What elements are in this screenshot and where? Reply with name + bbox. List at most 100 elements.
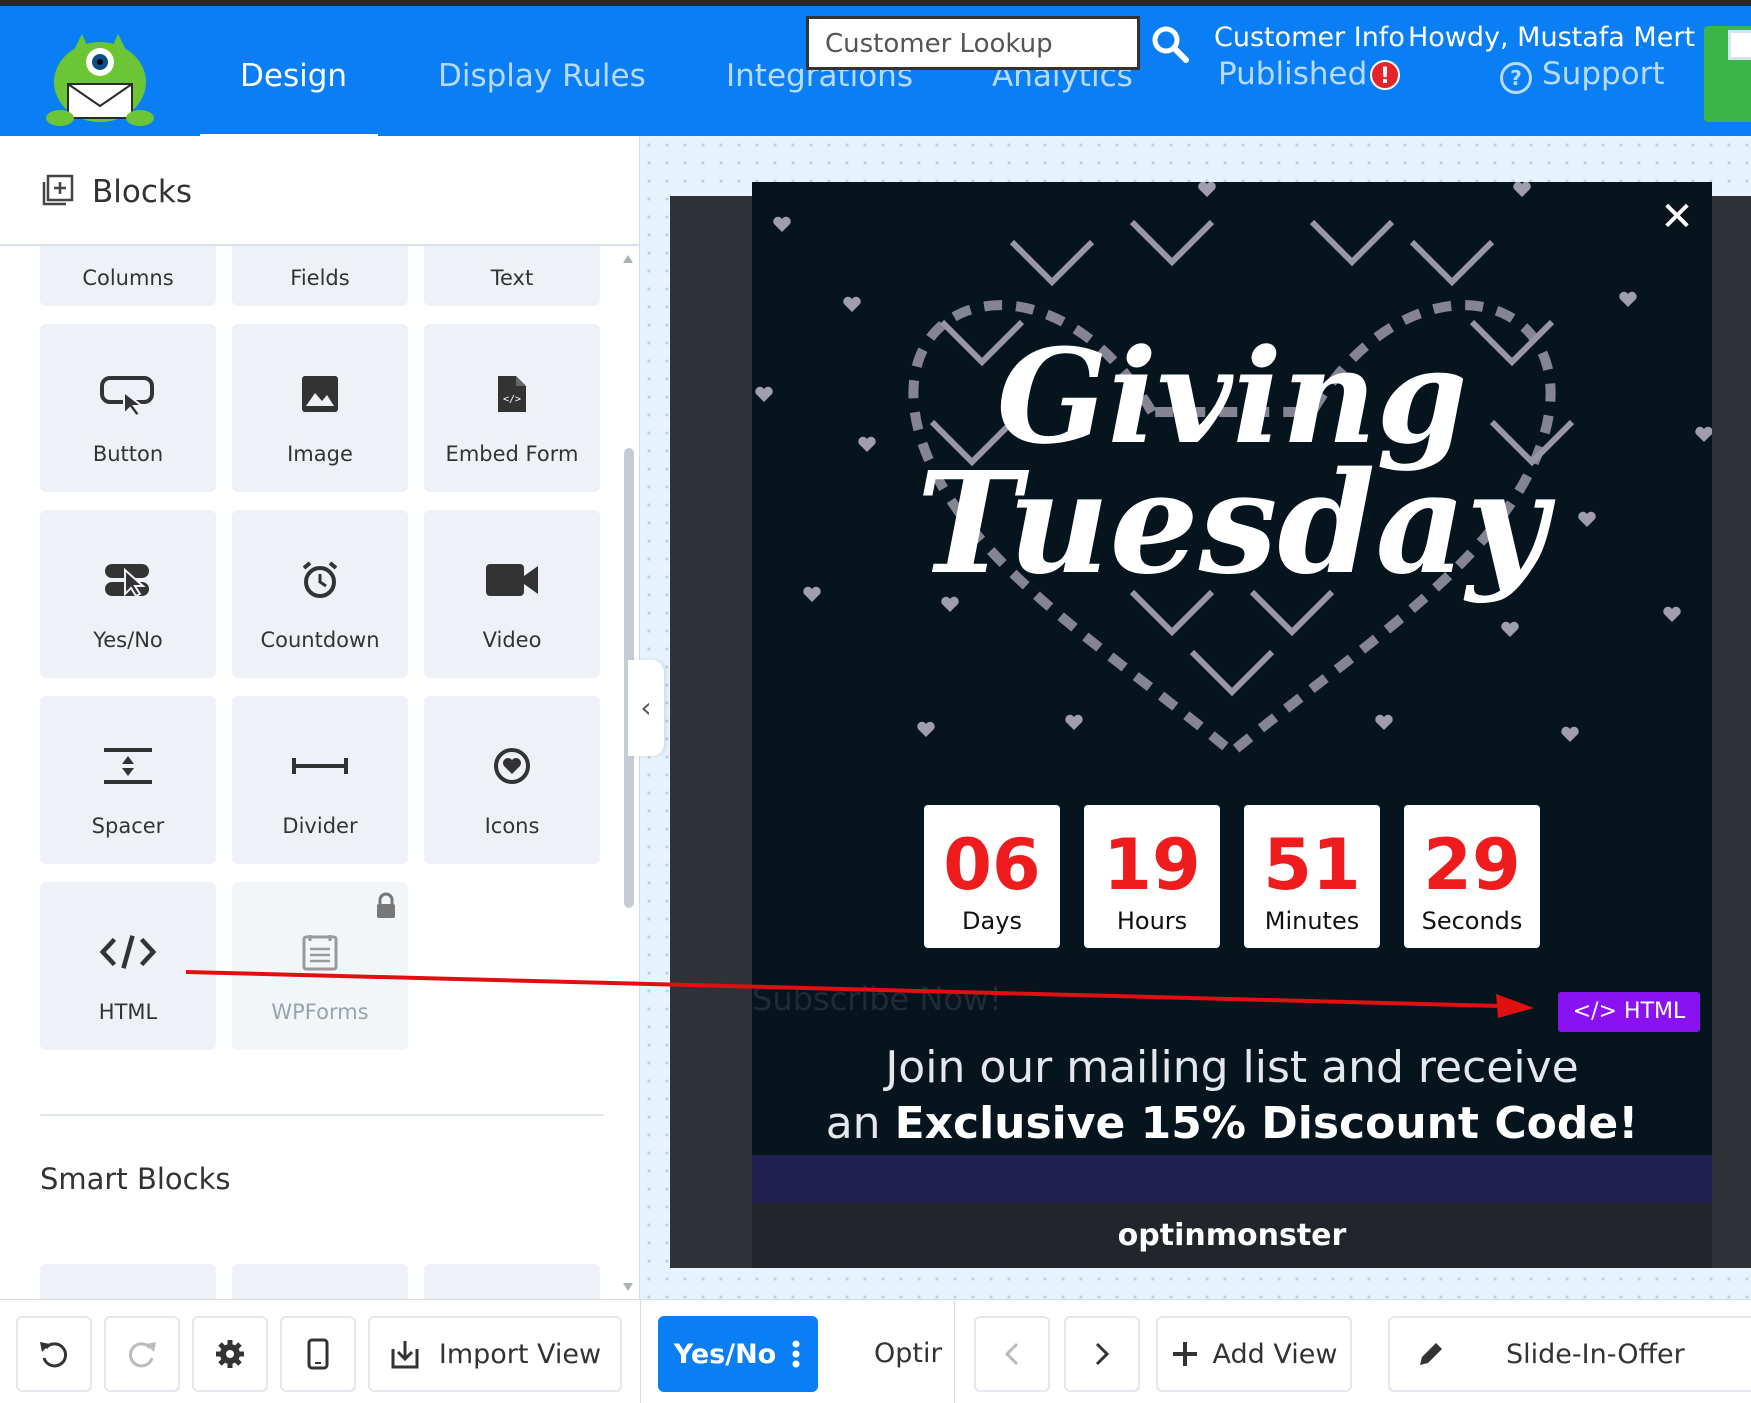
campaign-name-field[interactable]: Slide-In-Offer <box>1388 1316 1751 1392</box>
customer-lookup-input[interactable]: Customer Lookup <box>806 16 1140 70</box>
import-view-button[interactable]: Import View <box>368 1316 622 1392</box>
block-fields[interactable]: Fields <box>232 246 408 306</box>
scroll-up-arrow-icon[interactable] <box>622 254 634 264</box>
countdown-unit: Days <box>962 907 1022 935</box>
mobile-icon <box>307 1338 329 1370</box>
block-label: Button <box>92 442 164 466</box>
section-divider <box>40 1114 604 1116</box>
add-view-button[interactable]: Add View <box>1156 1316 1352 1392</box>
import-view-label: Import View <box>438 1338 602 1370</box>
smart-block[interactable] <box>232 1264 408 1300</box>
countdown-hours: 19 Hours <box>1084 805 1220 948</box>
tab-display-rules[interactable]: Display Rules <box>438 58 646 94</box>
block-spacer[interactable]: Spacer <box>40 696 216 864</box>
toolbar-separator <box>954 1300 955 1403</box>
countdown-unit: Hours <box>1116 907 1188 935</box>
block-button[interactable]: Button <box>40 324 216 492</box>
chevron-left-icon <box>1004 1342 1019 1366</box>
view-optin-tab[interactable]: Optin <box>874 1338 942 1369</box>
support-link[interactable]: Support <box>1542 56 1665 92</box>
block-image[interactable]: Image <box>232 324 408 492</box>
block-label: Text <box>490 266 534 290</box>
block-wpforms[interactable]: WPForms <box>232 882 408 1050</box>
undo-button[interactable] <box>16 1316 92 1392</box>
lock-icon <box>377 892 395 918</box>
chevron-left-icon: ‹ <box>640 691 652 724</box>
block-countdown[interactable]: Countdown <box>232 510 408 678</box>
redo-icon <box>128 1342 156 1368</box>
previous-view-button[interactable] <box>974 1316 1050 1392</box>
heart-circle-icon <box>484 742 540 790</box>
collapse-panel-button[interactable]: ‹ <box>628 660 664 756</box>
block-divider[interactable]: Divider <box>232 696 408 864</box>
import-icon <box>391 1341 419 1369</box>
avatar[interactable] <box>1728 30 1751 60</box>
block-label: Divider <box>282 814 358 838</box>
block-label: Image <box>287 442 353 466</box>
countdown-unit: Seconds <box>1421 907 1523 935</box>
undo-icon <box>40 1342 68 1368</box>
headline-tuesday: Tuesday <box>917 442 1557 606</box>
block-label: Countdown <box>260 628 380 652</box>
join-text-line2: an Exclusive 15% Discount Code! <box>752 1098 1712 1149</box>
user-greeting[interactable]: Howdy, Mustafa Mert Asan <box>1408 22 1751 53</box>
toggle-pointer-icon <box>100 556 156 604</box>
top-bar: Design Display Rules Integrations Analyt… <box>0 0 1751 140</box>
block-label: Fields <box>290 266 350 290</box>
block-video[interactable]: Video <box>424 510 600 678</box>
smart-block[interactable] <box>424 1264 600 1300</box>
html-block-badge[interactable]: </> HTML <box>1558 992 1700 1032</box>
pencil-icon[interactable] <box>1416 1339 1446 1369</box>
view-yes-no-button[interactable]: Yes/No <box>658 1316 818 1392</box>
giving-tuesday-heart-art: Giving Tuesday <box>755 182 1712 759</box>
image-icon <box>292 370 348 418</box>
block-label: Embed Form <box>445 442 579 466</box>
block-columns[interactable]: Columns <box>40 246 216 306</box>
help-circle-icon: ? <box>1500 62 1532 94</box>
join-text-line1: Join our mailing list and receive <box>885 1042 1579 1093</box>
kebab-menu-icon[interactable] <box>790 1339 802 1369</box>
blocks-title: Blocks <box>92 174 192 210</box>
block-label: WPForms <box>271 1000 369 1024</box>
close-icon[interactable]: ✕ <box>1660 197 1694 237</box>
scroll-down-arrow-icon[interactable] <box>622 1282 634 1292</box>
block-label: Yes/No <box>93 628 163 652</box>
block-text[interactable]: Text <box>424 246 600 306</box>
small-heart-icon <box>773 216 791 232</box>
next-view-button[interactable] <box>1064 1316 1140 1392</box>
status-published[interactable]: Published <box>1218 56 1367 92</box>
tab-design[interactable]: Design <box>240 58 347 94</box>
block-icons[interactable]: Icons <box>424 696 600 864</box>
form-icon <box>292 928 348 976</box>
alert-icon: ! <box>1370 60 1400 90</box>
block-label: HTML <box>98 1000 158 1024</box>
view-yes-no-label: Yes/No <box>673 1338 777 1370</box>
smart-blocks-title: Smart Blocks <box>40 1162 231 1196</box>
block-yes-no[interactable]: Yes/No <box>40 510 216 678</box>
bottom-toolbar: Import View Yes/No Optin Add View Slide-… <box>0 1299 1751 1403</box>
chevron-right-icon <box>1095 1342 1110 1366</box>
alarm-clock-icon <box>292 556 348 604</box>
countdown-value: 06 <box>943 824 1041 906</box>
settings-button[interactable] <box>192 1316 268 1392</box>
subscribe-heading[interactable]: Subscribe Now! <box>752 980 1002 1018</box>
optinmonster-brand[interactable]: optinmonster <box>752 1218 1712 1253</box>
search-icon[interactable] <box>1150 24 1190 64</box>
blocks-header: Blocks <box>0 136 640 246</box>
block-html[interactable]: HTML <box>40 882 216 1050</box>
customer-info-link[interactable]: Customer Info <box>1214 22 1405 53</box>
blocks-panel: Blocks Columns Fields Text Button Image … <box>0 136 640 1300</box>
cursor-click-icon <box>100 370 156 418</box>
optinmonster-logo[interactable] <box>38 26 162 130</box>
countdown-seconds: 29 Seconds <box>1404 805 1540 948</box>
campaign-name: Slide-In-Offer <box>1506 1338 1685 1370</box>
countdown-value: 19 <box>1103 824 1201 906</box>
block-label: Video <box>482 628 542 652</box>
smart-block[interactable] <box>40 1264 216 1300</box>
add-view-label: Add View <box>1212 1338 1338 1370</box>
countdown-days: 06 Days <box>924 805 1060 948</box>
redo-button[interactable] <box>104 1316 180 1392</box>
block-embed-form[interactable]: </> Embed Form <box>424 324 600 492</box>
mobile-preview-button[interactable] <box>280 1316 356 1392</box>
countdown-value: 29 <box>1423 824 1521 906</box>
